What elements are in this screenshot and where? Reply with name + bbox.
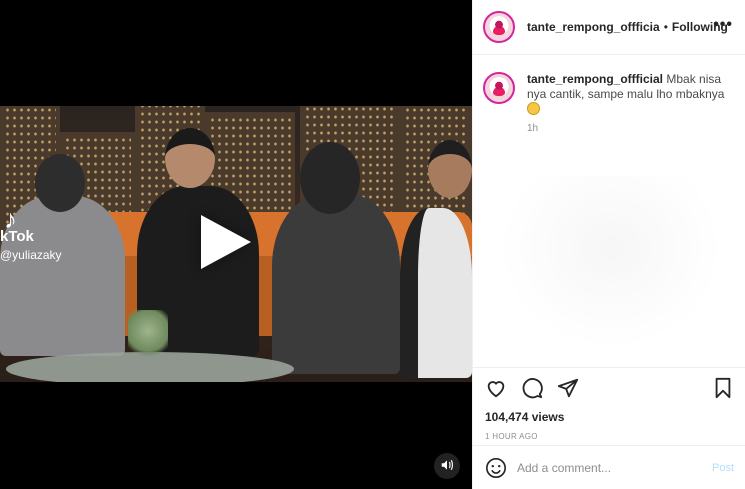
separator-dot: • xyxy=(663,20,668,34)
action-bar: 104,474 views 1 HOUR AGO xyxy=(473,367,745,445)
emoji-icon[interactable] xyxy=(485,457,507,479)
post-panel: tante_rempong_offficia • Following ••• t… xyxy=(472,0,745,489)
avatar[interactable] xyxy=(483,11,515,43)
video-player[interactable]: ♪ kTok @yuliazaky xyxy=(0,0,472,489)
guest-person xyxy=(400,208,472,378)
bookmark-icon[interactable] xyxy=(712,377,734,399)
caption-body: tante_rempong_offficial Mbak nisa nya ca… xyxy=(527,72,727,117)
tiktok-username: @yuliazaky xyxy=(0,248,62,262)
guest-head xyxy=(300,142,360,214)
caption: tante_rempong_offficial Mbak nisa nya ca… xyxy=(483,72,736,117)
grimacing-face-emoji-icon xyxy=(527,102,540,115)
caption-time[interactable]: 1h xyxy=(527,123,736,134)
post-time[interactable]: 1 HOUR AGO xyxy=(485,432,734,441)
more-options-icon[interactable]: ••• xyxy=(713,16,733,34)
comments-placeholder xyxy=(491,176,731,356)
guest-head xyxy=(428,140,472,198)
post-header: tante_rempong_offficia • Following ••• xyxy=(473,0,745,55)
guest-head xyxy=(35,154,85,212)
avatar[interactable] xyxy=(483,72,515,104)
speaker-icon[interactable] xyxy=(434,453,460,479)
play-icon[interactable] xyxy=(201,215,251,269)
caption-username[interactable]: tante_rempong_offficial xyxy=(527,72,663,86)
comment-icon[interactable] xyxy=(521,377,543,399)
comment-input[interactable] xyxy=(517,460,712,475)
comment-bar: Post xyxy=(473,445,745,489)
post-button[interactable]: Post xyxy=(712,462,734,474)
tiktok-icon: ♪ xyxy=(4,204,17,234)
header-username[interactable]: tante_rempong_offficia xyxy=(527,20,660,34)
tiktok-watermark: ♪ kTok @yuliazaky xyxy=(0,204,62,264)
heart-icon[interactable] xyxy=(485,377,507,399)
share-icon[interactable] xyxy=(557,377,579,399)
tiktok-brand: kTok xyxy=(0,228,34,245)
guest-head xyxy=(165,128,215,188)
comments-section: tante_rempong_offficial Mbak nisa nya ca… xyxy=(473,56,745,367)
guest-person xyxy=(272,194,400,374)
table-plant xyxy=(128,310,168,362)
view-count[interactable]: 104,474 views xyxy=(485,410,734,424)
